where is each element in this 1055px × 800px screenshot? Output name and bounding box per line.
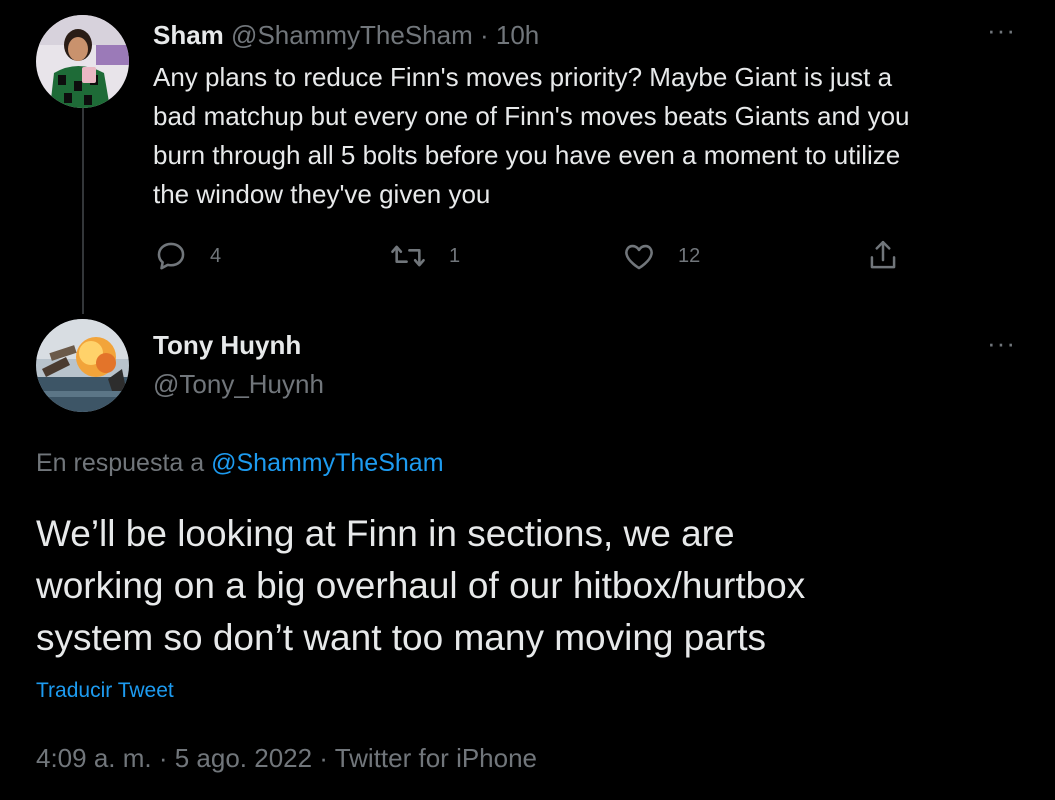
reply-count: 4 [210,244,222,267]
like-count: 12 [678,244,701,267]
parent-display-name[interactable]: Sham [153,20,224,50]
parent-tweet-text: Any plans to reduce Finn's moves priorit… [153,62,910,209]
reply-button[interactable]: 4 [154,239,221,273]
reply-prefix: En respuesta a [36,449,205,477]
parent-more-icon[interactable]: ··· [987,17,1016,43]
main-tweet-text: We’ll be looking at Finn in sections, we… [36,513,806,658]
retweet-button[interactable]: 1 [389,239,460,273]
main-more-icon[interactable]: ··· [987,330,1016,356]
avatar-sham-image [36,15,129,108]
header-separator: · [479,20,489,50]
reply-mention-link[interactable]: @ShammyTheSham [211,449,443,477]
avatar-sham[interactable] [36,15,129,108]
heart-icon [625,244,653,270]
parent-handle[interactable]: @ShammyTheSham [231,20,473,50]
reply-context: En respuesta a @ShammyTheSham [36,445,444,481]
reply-icon [157,242,185,270]
avatar-tony-huynh[interactable] [36,319,129,412]
main-display-name[interactable]: Tony Huynh [153,327,301,363]
share-icon [870,240,896,269]
avatar-tony-huynh-image [36,319,129,412]
like-button[interactable]: 12 [622,239,700,273]
retweet-icon [391,245,425,267]
main-handle[interactable]: @Tony_Huynh [153,366,324,402]
translate-tweet-link[interactable]: Traducir Tweet [36,676,174,706]
parent-time[interactable]: 10h [496,20,539,50]
share-button[interactable] [866,238,922,274]
parent-tweet-header: Sham @ShammyTheSham · 10h [153,17,539,53]
tweet-metadata: 4:09 a. m. · 5 ago. 2022 · Twitter for i… [36,743,538,773]
retweet-count: 1 [449,244,461,267]
thread-connector-line [82,102,84,314]
